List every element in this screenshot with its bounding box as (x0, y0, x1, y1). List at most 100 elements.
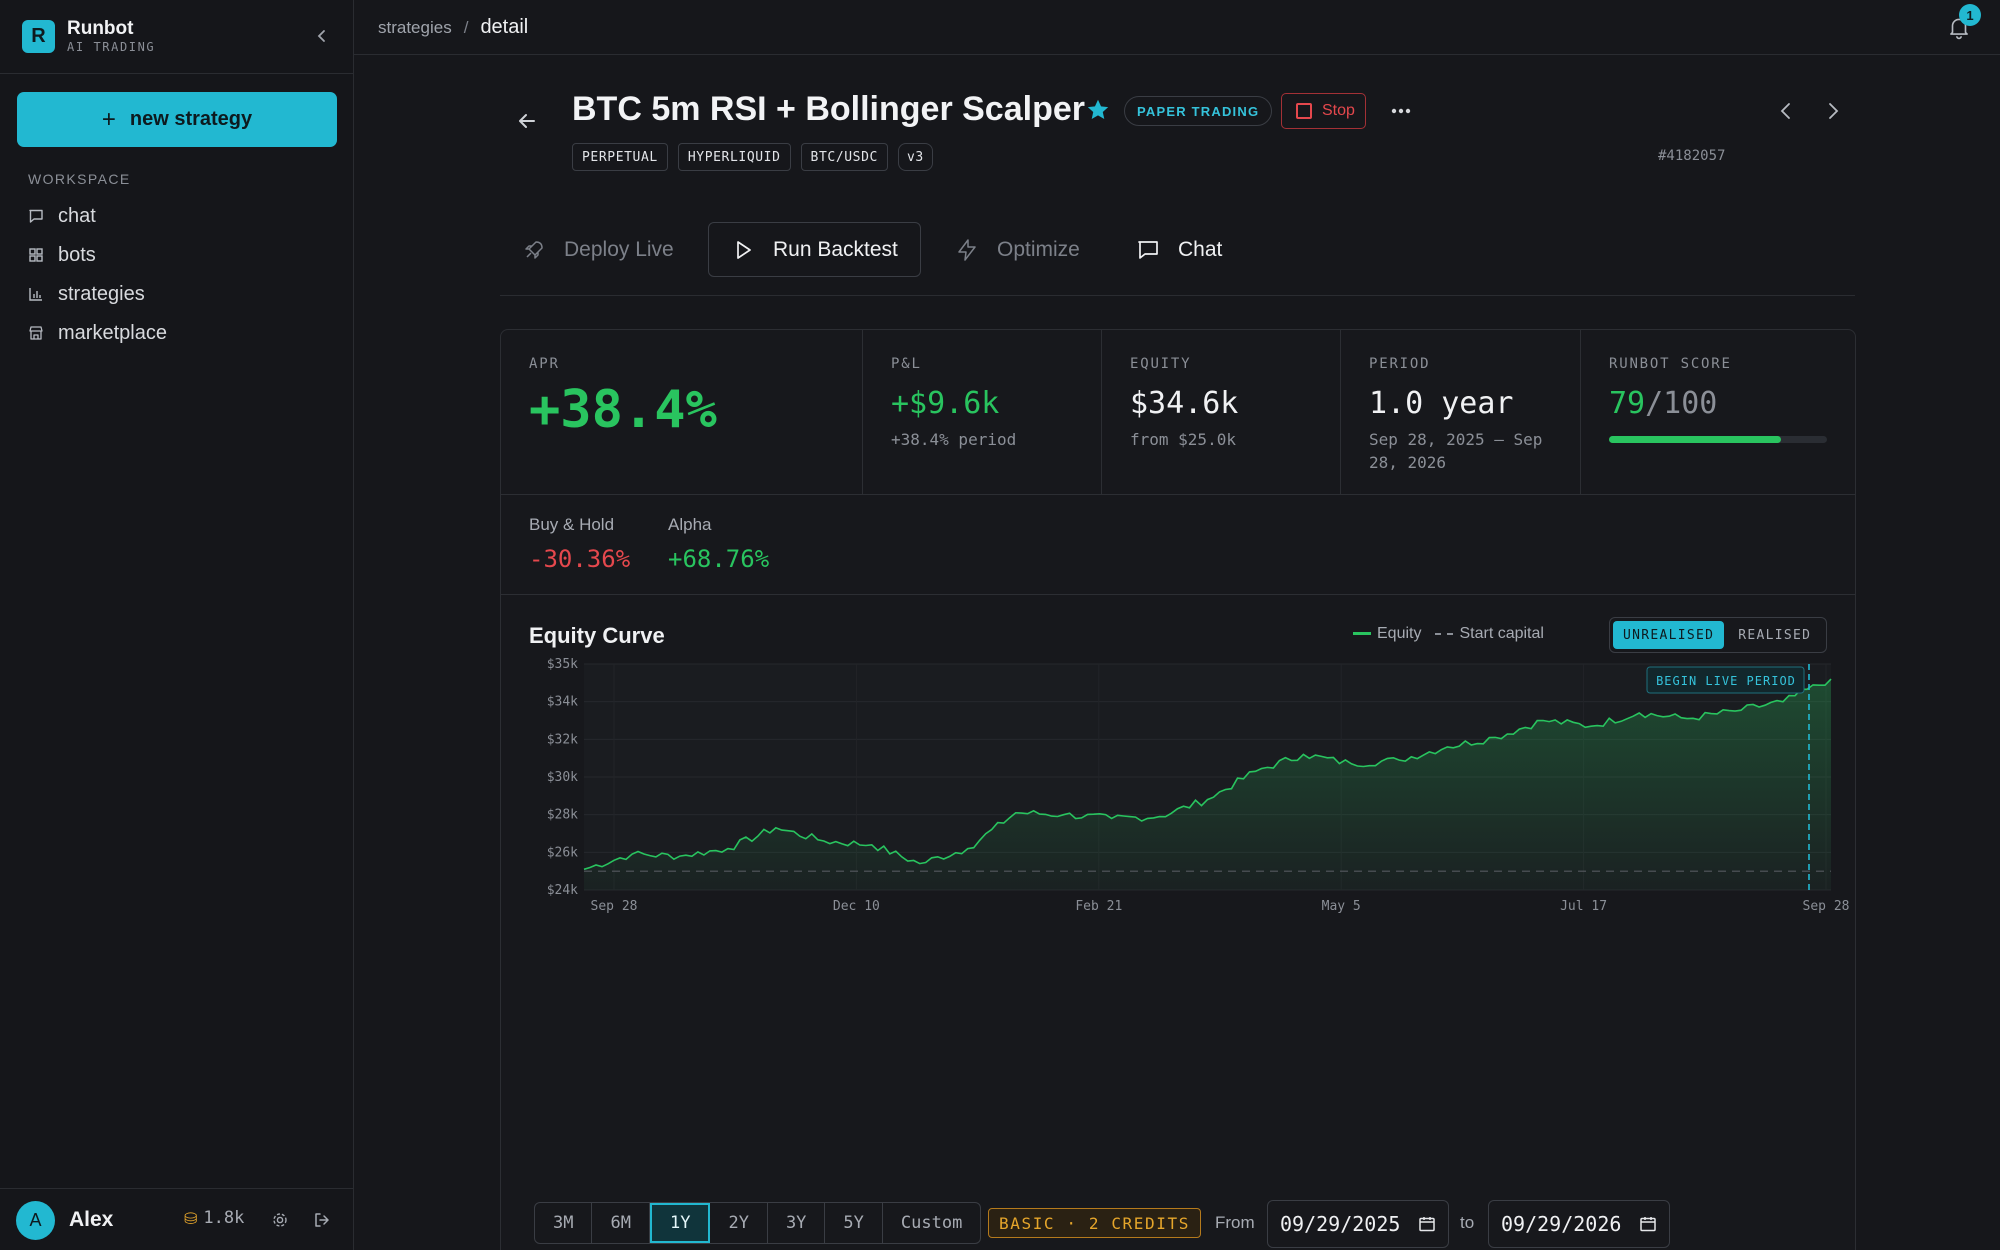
sidebar-item-chat[interactable]: chat (28, 200, 96, 232)
sidebar-item-label: strategies (58, 282, 145, 305)
sidebar: R Runbot AI TRADING + new strategy WORKS… (0, 0, 354, 1250)
page-title: BTC 5m RSI + Bollinger Scalper (572, 90, 1085, 128)
stat-label: RUNBOT SCORE (1609, 356, 1732, 372)
stat-period: PERIOD 1.0 year Sep 28, 2025 – Sep 28, 2… (1341, 330, 1581, 495)
performance-panel: APR +38.4% P&L +$9.6k +38.4% period EQUI… (500, 329, 1856, 1250)
calendar-icon (1640, 1217, 1656, 1232)
period-value: 1.0 year (1369, 386, 1514, 421)
plan-cost-badge: BASIC · 2 CREDITS (988, 1208, 1201, 1238)
stat-pnl: P&L +$9.6k +38.4% period (863, 330, 1102, 495)
coins-icon: ⛁ (184, 1208, 198, 1228)
period-sub: Sep 28, 2025 – Sep 28, 2026 (1369, 430, 1543, 472)
logout-icon (315, 1213, 329, 1227)
more-options-button[interactable] (1386, 96, 1416, 126)
range-3y[interactable]: 3Y (768, 1203, 826, 1243)
sidebar-item-strategies[interactable]: strategies (28, 278, 145, 310)
breadcrumb-separator: / (463, 18, 469, 37)
chart-title: Equity Curve (529, 623, 665, 648)
run-backtest-button[interactable]: Run Backtest (708, 222, 921, 277)
chat-label: Chat (1178, 237, 1223, 261)
legend-start-label: Start capital (1459, 625, 1544, 642)
collapse-sidebar-button[interactable] (308, 22, 336, 50)
grid-icon (29, 248, 43, 262)
message-square-icon (29, 209, 43, 223)
to-date-input[interactable]: 09/29/2026 (1488, 1200, 1670, 1248)
y-tick-label: $24k (547, 883, 578, 898)
next-strategy-button[interactable] (1820, 98, 1846, 124)
calendar-icon (1419, 1217, 1435, 1232)
chart-legend: Equity Start capital (1353, 625, 1544, 643)
tag-exchange: HYPERLIQUID (677, 143, 791, 171)
credits-balance[interactable]: ⛁ 1.8k (184, 1208, 244, 1228)
from-label: From (1215, 1213, 1255, 1232)
pnl-sub: +38.4% period (891, 430, 1017, 449)
brand-logo: R (22, 19, 55, 53)
play-icon (737, 240, 751, 259)
range-5y[interactable]: 5Y (825, 1203, 883, 1243)
optimize-label: Optimize (997, 237, 1080, 261)
stat-label: P&L (891, 356, 922, 372)
optimize-button[interactable]: Optimize (955, 222, 1080, 277)
pnl-value: +$9.6k (891, 386, 1000, 421)
plus-icon: + (101, 105, 116, 133)
stop-button[interactable]: Stop (1281, 93, 1366, 129)
range-6m[interactable]: 6M (592, 1203, 650, 1243)
sidebar-item-bots[interactable]: bots (28, 239, 96, 271)
rocket-icon (525, 240, 543, 259)
store-icon (29, 326, 43, 340)
legend-equity: Equity (1353, 625, 1421, 643)
buy-hold: Buy & Hold -30.36% (529, 515, 630, 573)
favorite-button[interactable] (1085, 97, 1111, 123)
toggle-realised[interactable]: REALISED (1728, 621, 1821, 649)
range-1y[interactable]: 1Y (649, 1203, 711, 1243)
x-tick-label: Feb 21 (1075, 899, 1122, 914)
breadcrumb-link-strategies[interactable]: strategies (378, 18, 452, 38)
chat-button[interactable]: Chat (1136, 222, 1222, 277)
previous-strategy-button[interactable] (1773, 98, 1799, 124)
sidebar-item-label: marketplace (58, 321, 167, 344)
avatar[interactable]: A (16, 1200, 55, 1240)
sidebar-item-marketplace[interactable]: marketplace (28, 317, 167, 349)
x-tick-label: Sep 28 (1803, 899, 1850, 914)
more-horizontal-icon (1391, 108, 1411, 114)
gear-icon (273, 1213, 287, 1227)
score-max: /100 (1645, 386, 1718, 421)
lightning-icon (958, 238, 976, 261)
mode-badge: PAPER TRADING (1124, 96, 1273, 126)
back-button[interactable] (512, 106, 542, 136)
to-date-value: 09/29/2026 (1501, 1212, 1622, 1236)
stop-square-icon (1296, 103, 1312, 119)
new-strategy-button[interactable]: + new strategy (17, 92, 337, 147)
range-3m[interactable]: 3M (535, 1203, 593, 1243)
x-tick-label: Dec 10 (833, 899, 880, 914)
tag-market-type: PERPETUAL (572, 143, 668, 171)
chevron-left-icon (1780, 103, 1790, 119)
settings-button[interactable] (268, 1208, 292, 1232)
stat-label: EQUITY (1130, 356, 1192, 372)
deploy-live-button[interactable]: Deploy Live (522, 222, 674, 277)
range-selector: 3M 6M 1Y 2Y 3Y 5Y Custom (534, 1202, 982, 1244)
y-tick-label: $35k (547, 657, 578, 672)
star-icon (1087, 99, 1109, 119)
run-backtest-label: Run Backtest (773, 237, 898, 261)
action-bar: Deploy Live Run Backtest Optimize Chat (500, 222, 1855, 296)
equity-sub: from $25.0k (1130, 430, 1236, 449)
top-bar: strategies / detail 1 (354, 0, 2000, 55)
stat-label: PERIOD (1369, 356, 1431, 372)
range-custom[interactable]: Custom (883, 1203, 980, 1243)
workspace-label: WORKSPACE (28, 171, 131, 187)
credits-value: 1.8k (203, 1208, 245, 1228)
x-tick-label: Sep 28 (591, 899, 638, 914)
bar-chart-icon (29, 288, 42, 301)
score-number: 79 (1609, 386, 1646, 421)
stat-equity: EQUITY $34.6k from $25.0k (1102, 330, 1341, 495)
logout-button[interactable] (310, 1208, 334, 1232)
toggle-unrealised[interactable]: UNREALISED (1613, 621, 1725, 649)
brand[interactable]: R Runbot AI TRADING (22, 18, 155, 54)
range-2y[interactable]: 2Y (710, 1203, 768, 1243)
equity-chart: $35k $34k $32k $30k $28k $26k $24k Sep 28 Dec 10… (547, 657, 1850, 914)
y-tick-label: $32k (547, 732, 578, 747)
stats-row: APR +38.4% P&L +$9.6k +38.4% period EQUI… (501, 330, 1855, 495)
message-square-icon (1138, 240, 1158, 259)
from-date-input[interactable]: 09/29/2025 (1267, 1200, 1449, 1248)
